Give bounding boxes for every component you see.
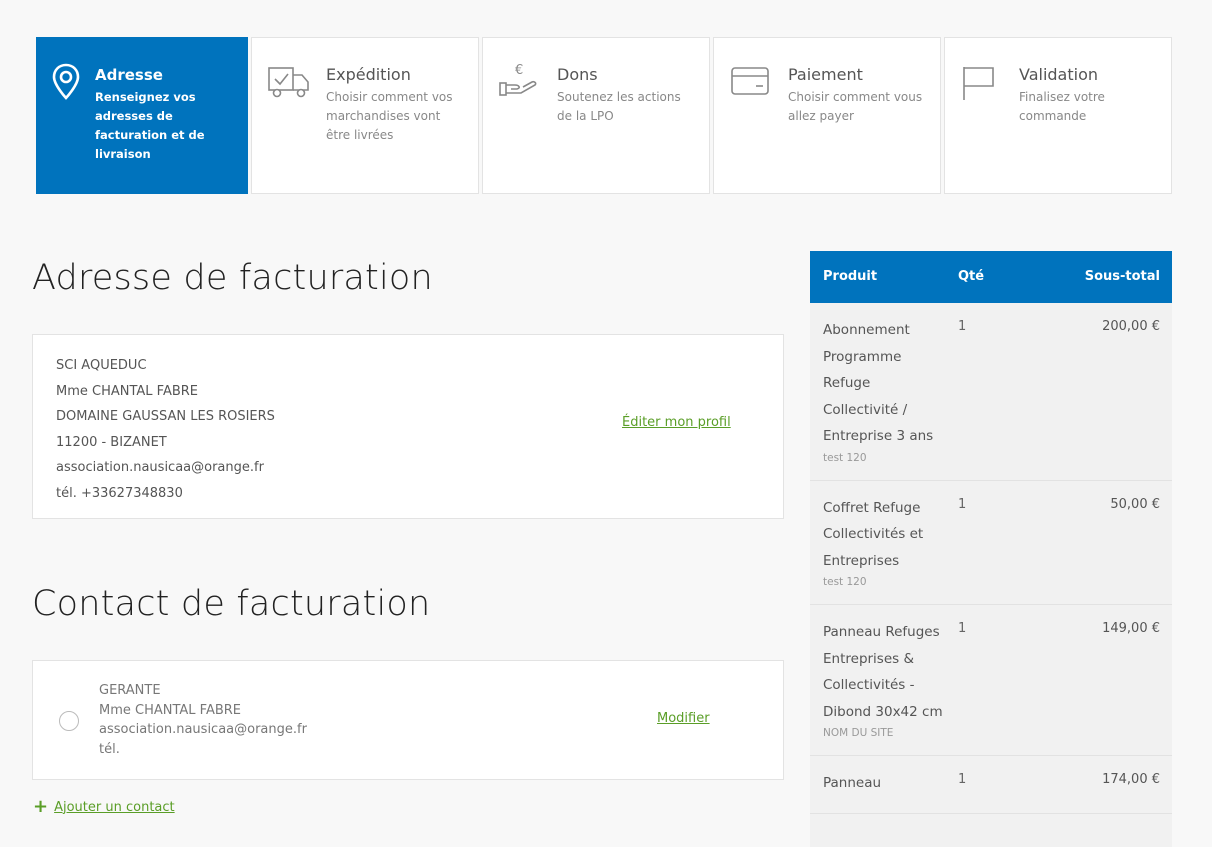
product-qty: 1 bbox=[958, 621, 967, 636]
header-product: Produit bbox=[823, 269, 878, 284]
billing-address-title: Adresse de facturation bbox=[32, 258, 433, 298]
billing-address-card: SCI AQUEDUC Mme CHANTAL FABRE DOMAINE GA… bbox=[32, 334, 784, 519]
location-pin-icon bbox=[52, 63, 80, 100]
header-subtotal: Sous-total bbox=[1084, 269, 1160, 284]
contact-role: GERANTE bbox=[99, 683, 161, 698]
summary-row: Coffret Refuge Collectivités et Entrepri… bbox=[810, 481, 1172, 605]
step-paiement[interactable]: Paiement Choisir comment vous allez paye… bbox=[713, 37, 941, 194]
contact-phone: tél. bbox=[99, 741, 120, 757]
product-name: Panneau Refuges Entreprises & Collectivi… bbox=[823, 624, 943, 720]
address-name: Mme CHANTAL FABRE bbox=[56, 383, 199, 399]
product-name: Panneau bbox=[823, 775, 882, 791]
product-meta: test 120 bbox=[823, 576, 867, 588]
step-validation[interactable]: Validation Finalisez votre commande bbox=[944, 37, 1172, 194]
donation-hand-euro-icon: € bbox=[499, 63, 537, 96]
header-qty: Qté bbox=[958, 269, 985, 284]
product-name: Coffret Refuge Collectivités et Entrepri… bbox=[823, 499, 924, 569]
summary-row: Panneau 1 174,00 € bbox=[810, 756, 1172, 814]
step-title: Dons bbox=[557, 65, 598, 84]
summary-header: Produit Qté Sous-total bbox=[810, 251, 1172, 303]
step-description: Finalisez votre commande bbox=[1019, 90, 1105, 123]
product-qty: 1 bbox=[958, 319, 967, 334]
svg-text:€: € bbox=[515, 63, 523, 78]
address-email: association.nausicaa@orange.fr bbox=[56, 460, 264, 475]
product-subtotal: 149,00 € bbox=[1102, 621, 1160, 636]
product-qty: 1 bbox=[958, 772, 967, 787]
summary-row: Abonnement Programme Refuge Collectivité… bbox=[810, 303, 1172, 481]
step-description: Choisir comment vous allez payer bbox=[788, 90, 923, 123]
contact-radio[interactable] bbox=[59, 711, 79, 731]
product-meta: test 120 bbox=[823, 451, 867, 464]
product-subtotal: 200,00 € bbox=[1102, 319, 1160, 334]
product-meta: NOM DU SITE bbox=[823, 727, 894, 739]
billing-contact-title: Contact de facturation bbox=[32, 584, 431, 624]
step-title: Paiement bbox=[788, 65, 863, 84]
step-title: Validation bbox=[1019, 65, 1099, 84]
product-subtotal: 50,00 € bbox=[1110, 496, 1160, 512]
flag-icon bbox=[963, 67, 994, 100]
product-subtotal: 174,00 € bbox=[1102, 772, 1160, 787]
plus-icon: + bbox=[33, 796, 49, 817]
product-qty: 1 bbox=[958, 496, 967, 512]
order-summary: Produit Qté Sous-total Abonnement Progra… bbox=[810, 251, 1172, 847]
address-company: SCI AQUEDUC bbox=[56, 358, 147, 373]
summary-row: Panneau Refuges Entreprises & Collectivi… bbox=[810, 605, 1172, 756]
step-description: Choisir comment vos marchandises vont êt… bbox=[326, 90, 453, 142]
step-adresse[interactable]: Adresse Renseignez vos adresses de factu… bbox=[36, 37, 248, 194]
credit-card-icon bbox=[731, 67, 769, 95]
step-expedition[interactable]: Expédition Choisir comment vos marchandi… bbox=[251, 37, 479, 194]
step-description: Renseignez vos adresses de facturation e… bbox=[95, 90, 205, 161]
step-title: Adresse bbox=[95, 66, 163, 84]
truck-icon bbox=[268, 67, 309, 98]
add-contact-label[interactable]: Ajouter un contact bbox=[54, 800, 175, 815]
product-name: Abonnement Programme Refuge Collectivité… bbox=[823, 322, 934, 444]
add-contact-button[interactable]: + Ajouter un contact bbox=[33, 796, 175, 817]
edit-profile-link[interactable]: Éditer mon profil bbox=[622, 415, 731, 430]
address-phone: tél. +33627348830 bbox=[56, 485, 183, 501]
modify-contact-link[interactable]: Modifier bbox=[657, 711, 710, 726]
step-title: Expédition bbox=[326, 65, 411, 84]
checkout-steps: Adresse Renseignez vos adresses de factu… bbox=[36, 37, 1172, 194]
billing-contact-card: GERANTE Mme CHANTAL FABRE association.na… bbox=[32, 660, 784, 780]
address-city: 11200 - BIZANET bbox=[56, 434, 167, 450]
step-description: Soutenez les actions de la LPO bbox=[557, 90, 681, 123]
step-dons[interactable]: € Dons Soutenez les actions de la LPO bbox=[482, 37, 710, 194]
